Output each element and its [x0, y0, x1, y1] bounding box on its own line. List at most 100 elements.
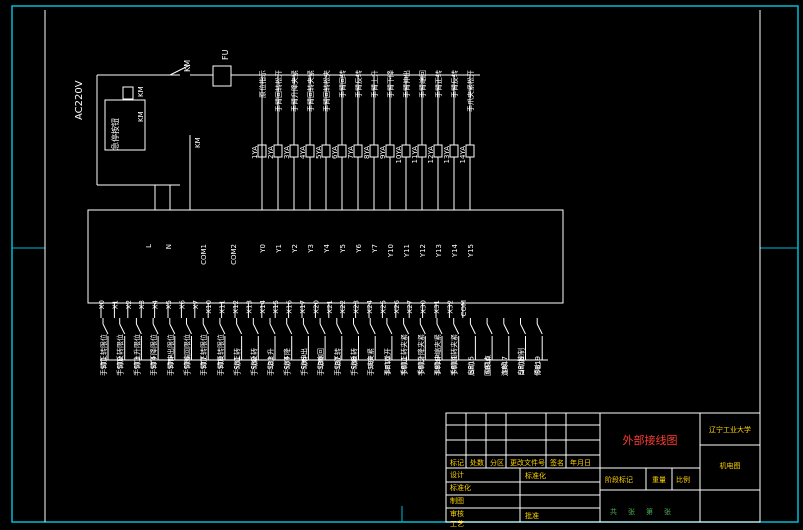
- switch-contact: [102, 323, 109, 335]
- coil-label: 14YA: [459, 146, 467, 164]
- title-block-header: 处数: [470, 458, 484, 467]
- output-terminal-y14: Y14: [451, 243, 459, 258]
- input-description: 手动反转: [350, 348, 359, 376]
- switch-contact: [202, 323, 209, 335]
- input-terminal-x24: X24: [366, 299, 374, 313]
- input-terminal-x2: X2: [125, 300, 133, 309]
- coil-13: [449, 144, 459, 158]
- coil-4: [305, 144, 315, 158]
- drawing-title: 外部接线图: [623, 433, 678, 447]
- input-terminal-x32: X32: [446, 300, 454, 314]
- output-wiring: 1YA 原位指示 2YA 手臂回转松开 3YA 手臂升降夹紧 4YA 手臂回转夹紧 5YA 手臂回…: [251, 70, 475, 210]
- coil-2: [273, 144, 283, 158]
- input-description: 手臂反转限位: [116, 334, 125, 376]
- input-description: 手动下降: [283, 348, 292, 376]
- title-block-cell: 第: [646, 507, 653, 516]
- output-terminal-y6: Y6: [355, 243, 363, 253]
- switch-contact: [135, 323, 142, 335]
- plc-terminal-label: L: [145, 244, 153, 248]
- title-block-cell: 张: [628, 507, 635, 516]
- input-description: 连续: [500, 362, 509, 376]
- switch-contact: [302, 323, 309, 335]
- input-terminal-x21: X21: [326, 300, 334, 314]
- input-description: 自动控制: [517, 348, 526, 376]
- title-block-cell: 批准: [525, 511, 539, 520]
- coil-label: 1YA: [251, 146, 259, 159]
- output-terminal-y5: Y5: [339, 244, 347, 254]
- output-terminal-y1: Y1: [275, 244, 283, 254]
- input-terminal-x23: X23: [353, 300, 361, 314]
- coil-3: [289, 144, 299, 158]
- coil-14: [465, 144, 475, 158]
- output-description: 手臂反转: [354, 70, 363, 98]
- km-contact-label: KM: [194, 137, 202, 148]
- title-block-cell: 设计: [450, 470, 464, 479]
- switch-contact: [119, 323, 126, 335]
- switch-contact: [419, 323, 426, 335]
- input-terminal-x16: X16: [286, 299, 294, 313]
- coil-5: [321, 144, 331, 158]
- title-block-cell: 共: [610, 507, 617, 516]
- output-terminal-y12: Y12: [419, 244, 427, 258]
- coil-12: [433, 144, 443, 158]
- title-block-cell: 工艺: [450, 520, 464, 528]
- fuse-label: FU: [221, 49, 230, 60]
- km-label: KM: [183, 60, 192, 72]
- input-terminal-x30: X30: [420, 300, 428, 314]
- title-block-cell: 审核: [450, 509, 464, 518]
- title-block-header: 标记: [450, 458, 464, 467]
- switch-contact: [503, 323, 510, 335]
- input-description: 手臂正转夹紧: [400, 334, 409, 376]
- output-description: 手爪夹紧松开: [466, 70, 475, 112]
- input-terminal-x31: X31: [433, 300, 441, 314]
- plc-terminal-label: COM2: [230, 244, 238, 265]
- input-terminal-x20: X20: [312, 300, 320, 314]
- input-description: 手臂升降夹紧: [416, 334, 425, 376]
- drawing-number: 机电图: [720, 461, 741, 470]
- input-terminal-x15: X15: [272, 300, 280, 314]
- input-description: 手臂正转限位: [199, 334, 208, 376]
- input-description: 手臂伸缩夹紧: [433, 334, 442, 376]
- input-terminal-x14: X14: [259, 299, 267, 313]
- output-terminal-y3: Y3: [307, 244, 315, 254]
- switch-contact: [319, 323, 326, 335]
- switch-contact: [386, 323, 393, 335]
- stop-button-label: 急停按钮: [110, 118, 120, 150]
- output-description: 手臂回转松夹: [322, 70, 331, 112]
- switch-contact: [453, 323, 460, 335]
- output-terminal-y13: Y13: [435, 244, 443, 258]
- output-description: 手臂上升: [370, 70, 379, 98]
- fuse: [212, 65, 232, 87]
- input-description: 手动反转: [249, 348, 258, 376]
- output-description: 手臂伸出: [402, 70, 411, 98]
- relay-label-2: KM: [137, 111, 145, 122]
- input-terminal-x12: X12: [232, 300, 240, 314]
- switch-contact: [269, 323, 276, 335]
- coil-label: 10YA: [395, 146, 403, 164]
- switch-contact: [169, 323, 176, 335]
- input-terminal-x0: X0: [98, 300, 106, 309]
- output-terminal-y10: Y10: [387, 244, 395, 258]
- input-terminal-x11: X11: [219, 300, 227, 314]
- title-block-cell: 阶段标记: [605, 475, 633, 484]
- input-terminal-x26: X26: [393, 299, 401, 313]
- output-terminal-y11: Y11: [403, 244, 411, 258]
- output-description: 手臂回转夹紧: [306, 70, 315, 112]
- input-description: 手臂下降限位: [149, 334, 158, 376]
- input-terminal-com: COM: [460, 300, 468, 316]
- switch-contact: [436, 323, 443, 335]
- plc-block: [87, 209, 564, 304]
- input-description: 手动上升: [266, 348, 275, 376]
- input-description: 停止: [533, 362, 542, 376]
- switch-contact: [219, 323, 226, 335]
- coil-label: 3YA: [283, 146, 291, 159]
- title-block-header: 签名: [550, 458, 564, 467]
- input-description: 启动: [466, 362, 475, 376]
- supply-label: AC220V: [74, 80, 85, 120]
- input-terminal-x10: X10: [205, 300, 213, 314]
- input-description: 手动正转: [233, 348, 242, 376]
- output-description: 手臂反转: [450, 70, 459, 98]
- title-block-header: 分区: [490, 458, 504, 467]
- input-description: 回原点: [484, 355, 492, 376]
- school-name: 辽宁工业大学: [709, 425, 751, 434]
